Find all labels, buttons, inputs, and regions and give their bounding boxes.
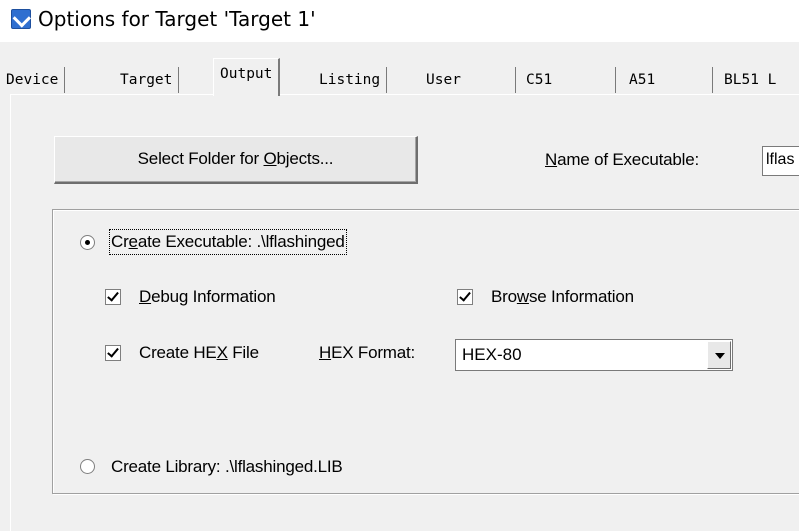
create-hex-file-checkbox[interactable] <box>105 345 121 361</box>
tab-c51[interactable]: C51 <box>520 67 616 93</box>
hex-format-label: HEX Format: <box>319 342 415 364</box>
create-hex-label-post: File <box>227 343 259 362</box>
create-executable-radio[interactable] <box>80 235 95 250</box>
select-folder-accel: O <box>263 149 277 168</box>
tab-device[interactable]: Device <box>0 67 66 93</box>
hex-format-value: HEX-80 <box>462 345 522 364</box>
window-title: Options for Target 'Target 1' <box>38 7 316 31</box>
browse-info-label-post: se Information <box>528 287 634 306</box>
create-exe-accel: e <box>128 232 138 251</box>
select-folder-label-pre: Select Folder for <box>137 149 264 168</box>
tab-bl51-locate[interactable]: BL51 L <box>718 67 782 93</box>
create-exe-label-pre: Cr <box>111 232 129 251</box>
title-bar: Options for Target 'Target 1' <box>0 0 799 42</box>
hex-format-select[interactable]: HEX-80 <box>455 339 733 371</box>
create-hex-accel: X <box>216 343 228 362</box>
create-hex-label-pre: Create HE <box>139 343 217 362</box>
name-exe-label-post: ame of Executable: <box>557 150 700 169</box>
create-hex-file-label[interactable]: Create HEX File <box>139 342 259 364</box>
create-library-label[interactable]: Create Library: .\lflashinged.LIB <box>111 456 343 478</box>
hex-format-label-post: EX Format: <box>331 343 416 362</box>
select-folder-button[interactable]: Select Folder for Objects... <box>54 136 418 184</box>
debug-info-label-post: ebug Information <box>151 287 276 306</box>
app-icon <box>11 9 31 29</box>
create-exe-label-post: ate Executable: .\lflashinged <box>137 232 345 251</box>
hex-format-accel: H <box>319 343 332 362</box>
name-of-executable-input[interactable]: lflas <box>762 146 799 176</box>
debug-information-checkbox[interactable] <box>105 289 121 305</box>
debug-information-label[interactable]: Debug Information <box>139 286 276 308</box>
tab-target[interactable]: Target <box>114 67 180 93</box>
debug-info-accel: D <box>139 287 152 306</box>
tab-a51[interactable]: A51 <box>623 67 713 93</box>
browse-information-label[interactable]: Browse Information <box>491 286 634 308</box>
create-library-radio[interactable] <box>80 459 95 474</box>
browse-info-label-pre: Bro <box>491 287 517 306</box>
tab-strip: Device Target Output Listing User C51 A5… <box>0 42 799 102</box>
chevron-down-icon[interactable] <box>707 341 731 369</box>
browse-info-accel: w <box>516 287 529 306</box>
select-folder-label-post: bjects... <box>276 149 334 168</box>
tab-user[interactable]: User <box>420 67 516 93</box>
tab-output[interactable]: Output <box>213 58 281 96</box>
tab-listing[interactable]: Listing <box>313 67 388 93</box>
name-exe-accel: N <box>545 150 558 169</box>
create-executable-label[interactable]: Create Executable: .\lflashinged <box>109 229 347 255</box>
browse-information-checkbox[interactable] <box>457 289 473 305</box>
name-of-executable-label: Name of Executable: <box>545 149 699 171</box>
